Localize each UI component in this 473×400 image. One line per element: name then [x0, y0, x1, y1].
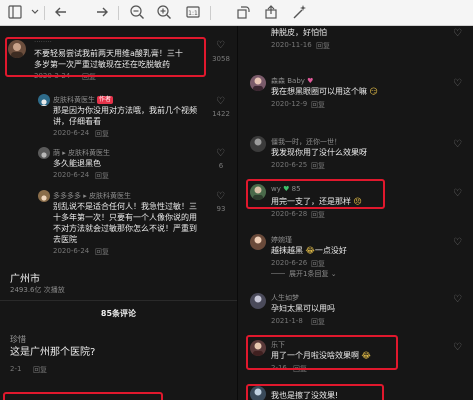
comment-date: 2020-6-28 — [271, 210, 308, 218]
highlight-box — [246, 179, 385, 209]
highlight-box — [246, 335, 398, 370]
reply-button[interactable]: 回复 — [311, 317, 325, 327]
play-count: 2493.6亿 次播放 — [10, 286, 65, 294]
right-screenshot-panel: 肿脱皮，好怕怕 2020-11-16 回复 ♡ 森森 Baby ♥ 我在想黑眼圈… — [237, 26, 473, 400]
comment-date: 2020-6-24 — [53, 129, 90, 137]
comment-text: 这是广州那个医院? — [10, 347, 96, 358]
svg-text:1:1: 1:1 — [188, 10, 198, 17]
zoom-in-icon[interactable] — [155, 4, 173, 22]
author-badge: 作者 — [97, 96, 114, 104]
reply-button[interactable]: 回复 — [95, 247, 109, 257]
comment-date: 2-1 — [10, 365, 22, 373]
avatar[interactable] — [38, 190, 50, 202]
like-heart-icon[interactable]: ♡ — [453, 28, 462, 39]
comment-text: 讲，仔细看看 — [53, 117, 101, 126]
reply-button[interactable]: 回复 — [311, 100, 325, 110]
zoom-out-icon[interactable] — [128, 4, 146, 22]
like-heart-icon[interactable]: ♡ — [453, 342, 462, 353]
forward-icon[interactable] — [93, 4, 111, 22]
commenter-name: 皮肤科黄医生 作者 — [53, 96, 114, 104]
comments-count: 85条评论 — [100, 309, 137, 318]
rotate-icon[interactable] — [234, 4, 252, 22]
comment-text: 那是因为你没用对方法哦，我前几个视频 — [53, 106, 197, 115]
comment-text: 越抹越黑 😂一点没好 — [271, 246, 347, 255]
divider — [0, 300, 237, 301]
avatar[interactable] — [250, 234, 266, 250]
like-heart-icon[interactable]: ♡ — [216, 40, 225, 51]
comment-text: 我在想黑眼圈可以用这个嘛 😏 — [271, 87, 378, 96]
comment-text: 不对方法就会过敏那你怎么不说！严重到 — [53, 224, 197, 233]
comment-text: 去医院 — [53, 235, 77, 244]
commenter-name: 森森 Baby ♥ — [271, 77, 314, 85]
comment-date: 2020-12-9 — [271, 100, 308, 108]
commenter-name: 荫 ▸ 皮肤科黄医生 — [53, 149, 110, 157]
highlight-box — [5, 37, 206, 77]
reply-button[interactable]: 回复 — [311, 210, 325, 220]
magic-icon[interactable] — [290, 4, 308, 22]
like-heart-icon[interactable]: ♡ — [453, 294, 462, 305]
fit-icon[interactable]: 1:1 — [184, 4, 202, 22]
chevron-down-icon[interactable] — [26, 4, 44, 22]
avatar[interactable] — [250, 136, 266, 152]
reply-button[interactable]: 回复 — [33, 365, 47, 375]
like-count: 93 — [216, 205, 226, 213]
highlight-box — [3, 392, 163, 400]
divider — [271, 273, 285, 274]
comment-text: 多久能退黑色 — [53, 159, 101, 168]
reply-button[interactable]: 回复 — [95, 171, 109, 181]
like-heart-icon[interactable]: ♡ — [216, 148, 225, 159]
avatar[interactable] — [38, 147, 50, 159]
viewer-toolbar: 1:1 — [0, 0, 473, 26]
chevron-down-icon: ⌄ — [330, 270, 337, 278]
comment-date: 2020-6-24 — [53, 247, 90, 255]
commenter-name: 僵我一时，还你一世！ — [271, 138, 341, 146]
commenter-name: 婷婉瑾 — [271, 236, 292, 244]
comment-date: 2021-1-8 — [271, 317, 303, 325]
reply-button[interactable]: 回复 — [95, 129, 109, 139]
like-heart-icon[interactable]: ♡ — [216, 191, 225, 202]
highlight-box — [246, 384, 384, 400]
menu-icon[interactable] — [6, 4, 24, 22]
comment-date: 2020-6-25 — [271, 161, 308, 169]
comment-text: 肿脱皮，好怕怕 — [271, 28, 327, 37]
expand-replies-button[interactable]: 展开1条回复 ⌄ — [289, 269, 337, 279]
left-screenshot-panel: ········ 不要轻易尝试我前两天用维a酸乳膏！三十 多岁第一次严重过敏现在… — [0, 26, 237, 400]
commenter-name: 多多多多 ▸ 皮肤科黄医生 — [53, 192, 131, 200]
comment-date: 2020-6-24 — [53, 171, 90, 179]
like-count: 6 — [218, 162, 224, 170]
comment-date: 2020-6-26 — [271, 259, 308, 267]
like-heart-icon[interactable]: ♡ — [216, 96, 225, 107]
commenter-name: 人生如梦 — [271, 294, 299, 302]
comment-text: 别乱说不是适合任何人！我急性过敏！三 — [53, 202, 197, 211]
comment-text: 我发现你用了没什么效果呀 — [271, 148, 367, 157]
reply-button[interactable]: 回复 — [311, 259, 325, 269]
like-heart-icon[interactable]: ♡ — [453, 188, 462, 199]
share-icon[interactable] — [262, 4, 280, 22]
comment-text: 孕妇太黑可以用吗 — [271, 304, 335, 313]
like-count: 3058 — [212, 55, 230, 63]
location-title[interactable]: 广州市 — [10, 270, 40, 285]
comment-date: 2020-11-16 — [271, 41, 312, 49]
like-heart-icon[interactable]: ♡ — [453, 139, 462, 150]
avatar[interactable] — [250, 293, 266, 309]
comment-text: 十多年第一次！只要有一个人像你说的用 — [53, 213, 197, 222]
like-count: 1422 — [212, 110, 230, 118]
avatar[interactable] — [38, 94, 50, 106]
avatar[interactable] — [250, 75, 266, 91]
like-heart-icon[interactable]: ♡ — [453, 237, 462, 248]
commenter-name: 珍惜 — [10, 335, 26, 344]
like-heart-icon[interactable]: ♡ — [453, 78, 462, 89]
reply-button[interactable]: 回复 — [311, 161, 325, 171]
reply-button[interactable]: 回复 — [316, 41, 330, 51]
back-icon[interactable] — [52, 4, 70, 22]
